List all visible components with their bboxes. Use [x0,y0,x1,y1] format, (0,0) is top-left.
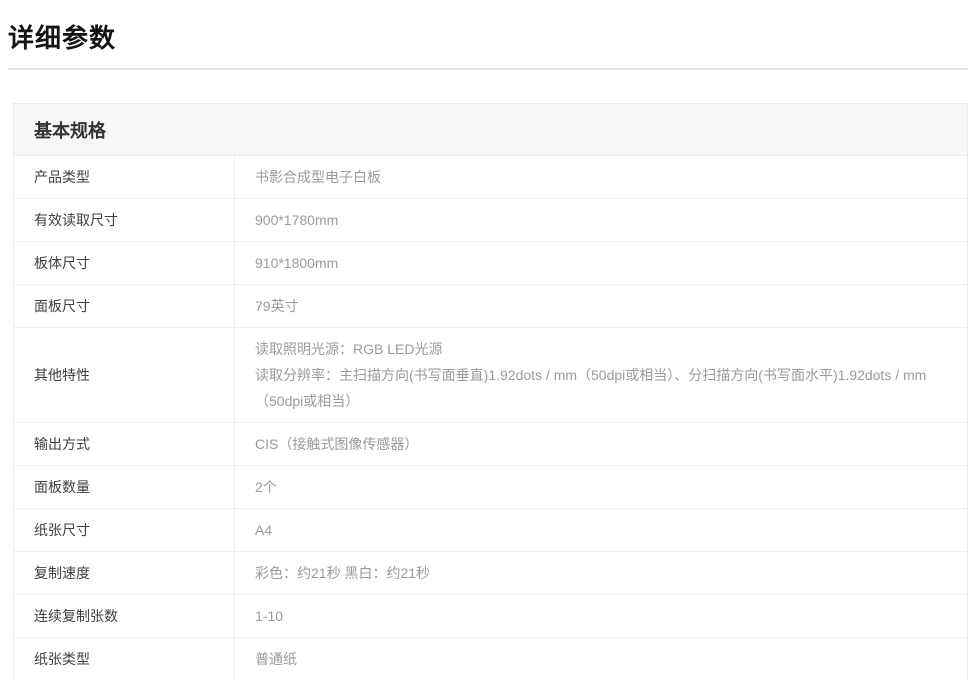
spec-row-output-method: 输出方式 CIS（接触式图像传感器） [14,423,967,466]
page-title: 详细参数 [8,18,116,55]
spec-value: 彩色：约21秒 黑白：约21秒 [234,552,967,594]
spec-table: 基本规格 产品类型 书影合成型电子白板 有效读取尺寸 900*1780mm 板体… [13,103,968,680]
title-divider [8,68,968,70]
spec-value: 2个 [234,466,967,508]
spec-section-header: 基本规格 [14,104,967,156]
spec-label: 面板数量 [14,466,234,508]
spec-row-panel-size: 面板尺寸 79英寸 [14,285,967,328]
spec-value: 书影合成型电子白板 [234,156,967,198]
spec-label: 连续复制张数 [14,595,234,637]
spec-label: 复制速度 [14,552,234,594]
spec-value: 900*1780mm [234,199,967,241]
spec-label: 纸张尺寸 [14,509,234,551]
spec-value: 普通纸 [234,638,967,680]
spec-row-continuous-copies: 连续复制张数 1-10 [14,595,967,638]
spec-value: 1-10 [234,595,967,637]
spec-label: 输出方式 [14,423,234,465]
spec-label: 其他特性 [14,328,234,422]
spec-row-other-features: 其他特性 读取照明光源：RGB LED光源 读取分辨率：主扫描方向(书写面垂直)… [14,328,967,423]
spec-value: 读取照明光源：RGB LED光源 读取分辨率：主扫描方向(书写面垂直)1.92d… [234,328,967,422]
spec-value: 910*1800mm [234,242,967,284]
product-detail-parameters-page: 详细参数 基本规格 产品类型 书影合成型电子白板 有效读取尺寸 900*1780… [0,0,979,683]
spec-value: A4 [234,509,967,551]
spec-row-effective-reading-size: 有效读取尺寸 900*1780mm [14,199,967,242]
spec-value: CIS（接触式图像传感器） [234,423,967,465]
spec-row-board-size: 板体尺寸 910*1800mm [14,242,967,285]
spec-label: 板体尺寸 [14,242,234,284]
spec-label: 产品类型 [14,156,234,198]
spec-label: 有效读取尺寸 [14,199,234,241]
spec-label: 纸张类型 [14,638,234,680]
spec-value: 79英寸 [234,285,967,327]
spec-row-paper-type: 纸张类型 普通纸 [14,638,967,680]
spec-label: 面板尺寸 [14,285,234,327]
spec-row-copy-speed: 复制速度 彩色：约21秒 黑白：约21秒 [14,552,967,595]
spec-row-paper-size: 纸张尺寸 A4 [14,509,967,552]
spec-row-panel-count: 面板数量 2个 [14,466,967,509]
spec-row-product-type: 产品类型 书影合成型电子白板 [14,156,967,199]
